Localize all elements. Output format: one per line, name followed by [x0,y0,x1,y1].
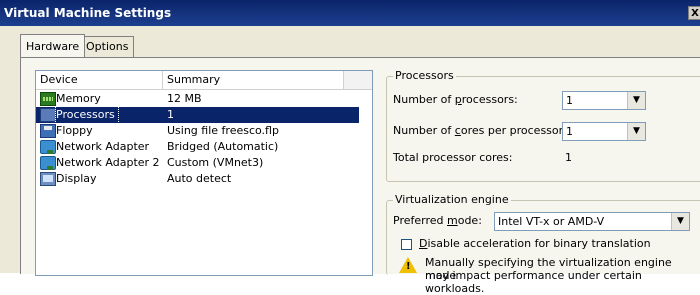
device-row-floppy[interactable]: Floppy Using file freesco.flp [36,123,372,139]
close-button[interactable]: X [688,6,700,20]
preferred-mode-value: Intel VT-x or AMD-V [498,215,605,228]
cores-per-processor-select[interactable]: 1 ▼ [562,122,646,141]
total-cores-label: Total processor cores: [393,151,513,164]
tab-options[interactable]: Options [80,36,135,57]
preferred-mode-label: Preferred mode: [393,214,482,227]
chevron-down-icon[interactable]: ▼ [627,123,645,140]
device-row-network-adapter[interactable]: Network Adapter Bridged (Automatic) [36,139,372,155]
device-summary: 12 MB [167,92,202,105]
memory-icon [40,92,56,106]
device-summary: 1 [167,108,174,121]
column-header-device[interactable]: Device [36,71,163,89]
device-name: Memory [56,92,101,105]
display-icon [40,172,56,186]
hardware-tab-content: Device Summary Memory 12 MB Processors 1 [20,57,700,295]
column-header-spacer [344,71,372,89]
device-summary: Bridged (Automatic) [167,140,279,153]
processors-group-legend: Processors [393,69,456,82]
cores-per-processor-value: 1 [566,125,573,138]
disable-acceleration-label[interactable]: Disable acceleration for binary translat… [419,237,651,250]
total-cores-value: 1 [565,151,572,164]
device-row-display[interactable]: Display Auto detect [36,171,372,187]
device-name: Display [56,172,97,185]
processors-group: Processors Number of processors: 1 ▼ Num… [386,69,700,182]
column-header-summary[interactable]: Summary [163,71,344,89]
device-list[interactable]: Device Summary Memory 12 MB Processors 1 [35,70,373,276]
disable-acceleration-checkbox[interactable] [401,239,412,250]
device-name: Processors [55,106,119,124]
preferred-mode-select[interactable]: Intel VT-x or AMD-V ▼ [494,212,690,231]
device-name: Floppy [56,124,93,137]
device-summary: Using file freesco.flp [167,124,279,137]
chevron-down-icon[interactable]: ▼ [627,92,645,109]
tab-hardware[interactable]: Hardware [20,34,86,57]
cores-per-processor-label: Number of cores per processor: [393,124,567,137]
processor-icon [40,108,56,122]
network-adapter-icon [40,140,56,154]
settings-panel: Hardware Options Device Summary Memory 1… [8,30,700,295]
device-name: Network Adapter [56,140,150,153]
num-processors-value: 1 [566,94,573,107]
chevron-down-icon[interactable]: ▼ [671,213,689,230]
device-name: Network Adapter 2 [56,156,160,169]
device-summary: Auto detect [167,172,232,185]
num-processors-select[interactable]: 1 ▼ [562,91,646,110]
virtualization-group-legend: Virtualization engine [393,193,511,206]
device-row-memory[interactable]: Memory 12 MB [36,91,372,107]
title-bar: Virtual Machine Settings X [0,0,700,26]
virtualization-engine-group: Virtualization engine Preferred mode: In… [386,193,700,295]
num-processors-label: Number of processors: [393,93,518,106]
warning-exclamation: ! [406,261,411,272]
network-adapter-icon [40,156,56,170]
window-title: Virtual Machine Settings [4,6,172,20]
device-list-header: Device Summary [36,71,372,90]
vm-settings-window: Virtual Machine Settings X Hardware Opti… [0,0,700,295]
device-row-processors[interactable]: Processors 1 [36,106,359,124]
device-row-network-adapter-2[interactable]: Network Adapter 2 Custom (VMnet3) [36,155,372,171]
floppy-icon [40,124,56,138]
device-summary: Custom (VMnet3) [167,156,264,169]
